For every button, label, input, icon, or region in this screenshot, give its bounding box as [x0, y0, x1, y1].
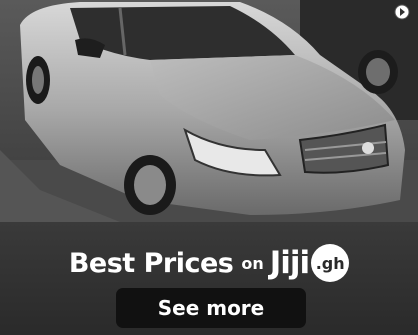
headline-connector-text: on: [241, 253, 264, 273]
promo-banner: Best Prices on Jiji .gh See more: [0, 222, 418, 335]
brand-name-text: Jiji: [269, 245, 310, 281]
see-more-button[interactable]: See more: [116, 288, 306, 328]
headline-main-text: Best Prices: [68, 247, 234, 279]
brand-logo: Jiji .gh: [269, 244, 350, 282]
brand-suffix-badge: .gh: [311, 244, 350, 282]
ad-banner[interactable]: Best Prices on Jiji .gh See more: [0, 0, 418, 335]
headline: Best Prices on Jiji .gh: [0, 236, 418, 290]
car-photo[interactable]: [0, 0, 418, 222]
ad-choices-icon[interactable]: [394, 4, 410, 20]
